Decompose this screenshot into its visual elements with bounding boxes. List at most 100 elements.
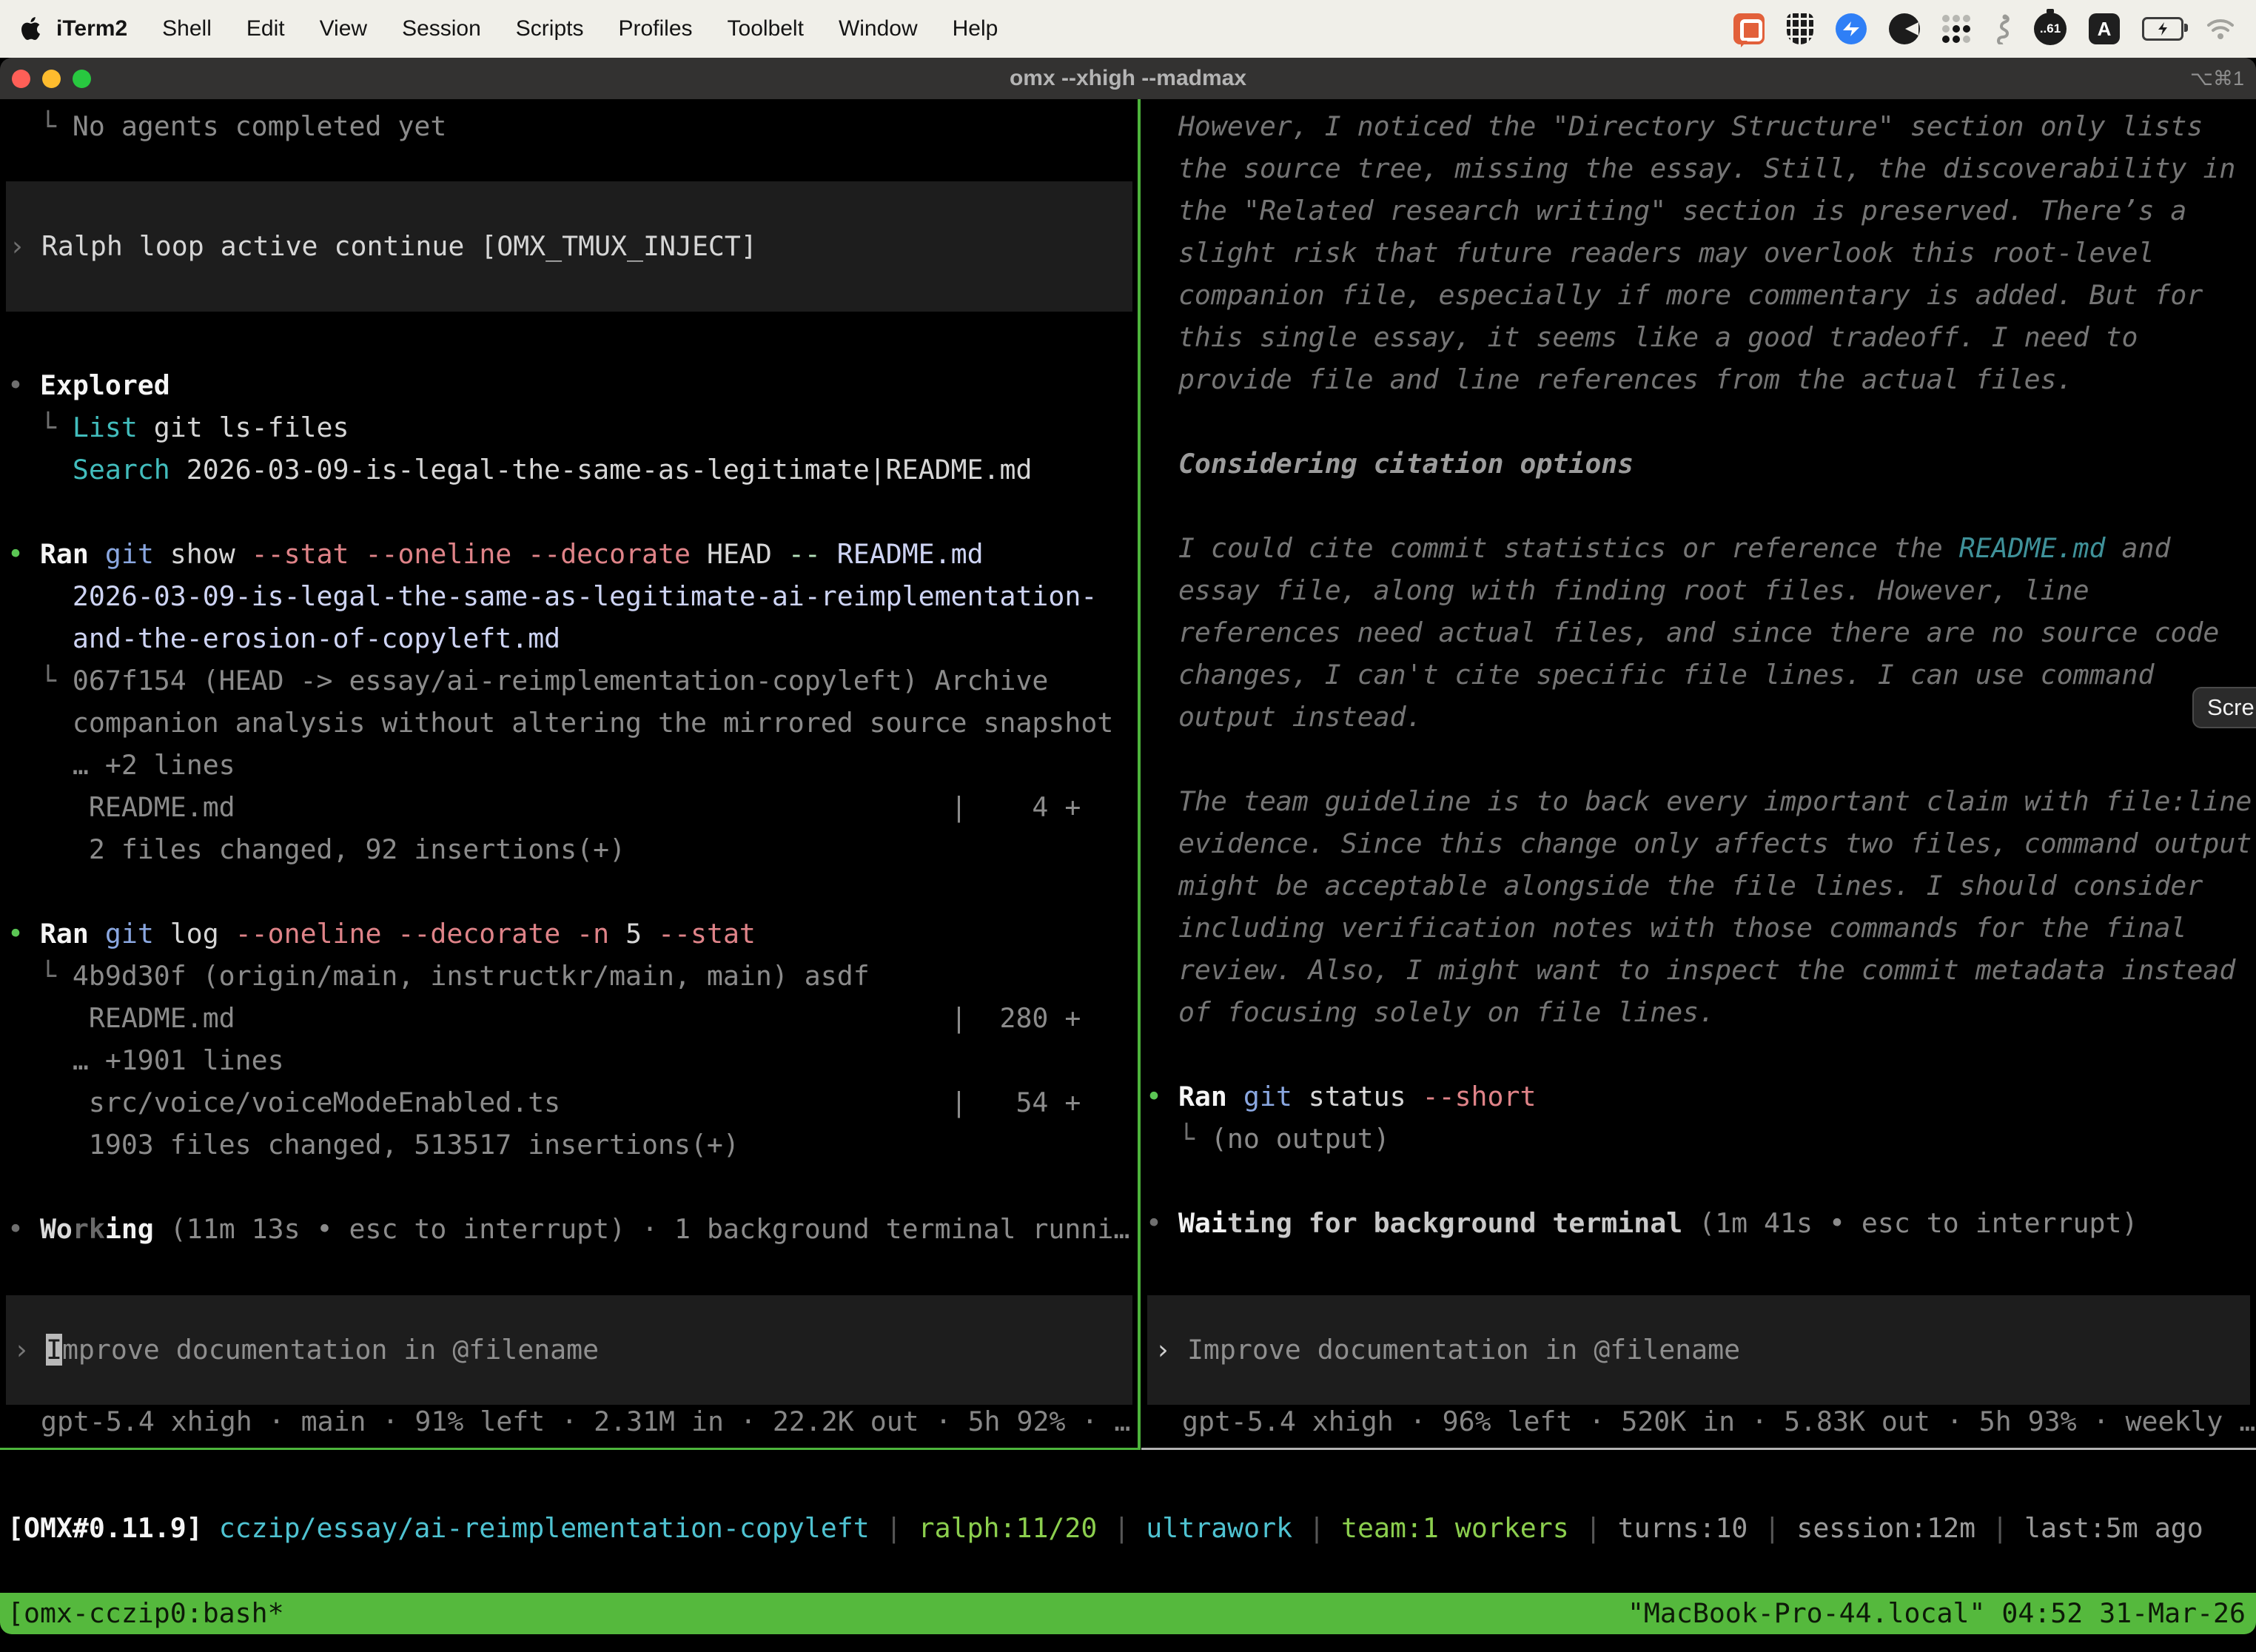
menu-item[interactable]: Profiles [618, 16, 692, 41]
agent-transcript-left: • Explored └ List git ls-files Search 20… [7, 364, 1138, 1250]
terminal-line: references need actual files, and since … [1146, 611, 2256, 654]
window-title-bar: omx --xhigh --madmax ⌥⌘1 [0, 58, 2256, 99]
prompt-input-right[interactable]: › Improve documentation in @filename [1147, 1295, 2250, 1405]
terminal-line: and-the-erosion-of-copyleft.md [7, 617, 1138, 659]
battery-icon[interactable] [2142, 17, 2183, 41]
terminal-line: might be acceptable alongside the file l… [1146, 864, 2256, 907]
wifi-icon[interactable] [2206, 18, 2235, 40]
terminal-line: └ 067f154 (HEAD -> essay/ai-reimplementa… [7, 659, 1138, 702]
terminal-line: [OMX#0.11.9] cczip/essay/ai-reimplementa… [7, 1507, 2203, 1549]
terminal-line: including verification notes with those … [1146, 907, 2256, 949]
terminal-line: this single essay, it seems like a good … [1146, 316, 2256, 358]
pane-divider[interactable] [1138, 99, 1141, 1450]
terminal-line: README.md | 280 + [7, 997, 1138, 1039]
tmux-status-bar: [omx-cczip0:bash* "MacBook-Pro-44.local"… [0, 1593, 2256, 1634]
shield-grid-icon[interactable] [1787, 13, 1813, 44]
agent-tree-top: └ No agents completed yet [7, 105, 1138, 147]
model-status-right: gpt-5.4 xhigh · 96% left · 520K in · 5.8… [1182, 1400, 2255, 1443]
menu-item[interactable]: View [320, 16, 367, 41]
terminal-line: However, I noticed the "Directory Struct… [1146, 105, 2256, 147]
dots-grid-icon[interactable] [1942, 15, 1970, 43]
terminal-line: the source tree, missing the essay. Stil… [1146, 147, 2256, 189]
terminal-line: Considering citation options [1146, 443, 2256, 485]
terminal-line: of focusing solely on file lines. [1146, 991, 2256, 1033]
terminal-content: └ No agents completed yet › Ralph loop a… [0, 99, 2256, 1652]
text-cursor: I [46, 1334, 62, 1366]
terminal-line [1146, 400, 2256, 443]
terminal-line: I could cite commit statistics or refere… [1146, 527, 2256, 569]
terminal-line: 2 files changed, 92 insertions(+) [7, 828, 1138, 870]
menu-item[interactable]: Window [839, 16, 918, 41]
terminal-line [1146, 738, 2256, 780]
terminal-line: Search 2026-03-09-is-legal-the-same-as-l… [7, 449, 1138, 491]
terminal-line: output instead. [1146, 696, 2256, 738]
terminal-line: └ (no output) [1146, 1118, 2256, 1160]
menu-item[interactable]: Session [402, 16, 481, 41]
terminal-line: • Ran git show --stat --oneline --decora… [7, 533, 1138, 575]
tmux-session-window[interactable]: [omx-cczip0:bash* [7, 1593, 284, 1634]
terminal-line: slight risk that future readers may over… [1146, 232, 2256, 274]
macos-menu-bar: iTerm2 Shell Edit View Session Scripts Profile… [0, 0, 2256, 58]
screenshot-chat-icon[interactable] [1733, 13, 1765, 44]
terminal-line: companion file, especially if more comme… [1146, 274, 2256, 316]
terminal-line: companion analysis without altering the … [7, 702, 1138, 744]
menu-bar-status-icons: ..61 A [1733, 13, 2235, 45]
terminal-line: • Ran git status --short [1146, 1075, 2256, 1118]
agent-transcript-right: However, I noticed the "Directory Struct… [1146, 105, 2256, 1244]
terminal-line: … +2 lines [7, 744, 1138, 786]
terminal-line [1146, 1160, 2256, 1202]
model-status-left: gpt-5.4 xhigh · main · 91% left · 2.31M … [41, 1400, 1130, 1443]
terminal-line: 1903 files changed, 513517 insertions(+) [7, 1124, 1138, 1166]
terminal-line: provide file and line references from th… [1146, 358, 2256, 400]
terminal-line: essay file, along with finding root file… [1146, 569, 2256, 611]
terminal-line: src/voice/voiceModeEnabled.ts | 54 + [7, 1081, 1138, 1124]
menu-item[interactable]: Shell [162, 16, 212, 41]
messenger-bolt-icon[interactable] [1836, 13, 1867, 44]
terminal-line: └ No agents completed yet [7, 105, 1138, 147]
terminal-line [1146, 485, 2256, 527]
menu-item[interactable]: Help [953, 16, 998, 41]
tmux-pane-left[interactable]: └ No agents completed yet › Ralph loop a… [0, 99, 1138, 1450]
desktop: iTerm2 Shell Edit View Session Scripts Profile… [0, 0, 2256, 1652]
menu-item[interactable]: iTerm2 [56, 16, 127, 41]
pane-bottom-border-active [0, 1448, 1138, 1450]
menu-item[interactable]: Toolbelt [728, 16, 804, 41]
terminal-line: • Ran git log --oneline --decorate -n 5 … [7, 913, 1138, 955]
screen-share-overlay-button[interactable]: Scre [2192, 687, 2256, 728]
terminal-line [7, 870, 1138, 913]
tmux-pane-right[interactable]: However, I noticed the "Directory Struct… [1141, 99, 2256, 1450]
circular-arrow-icon[interactable] [1889, 13, 1920, 44]
omx-status-line: [OMX#0.11.9] cczip/essay/ai-reimplementa… [7, 1507, 2203, 1549]
ralph-inject-box: › Ralph loop active continue [OMX_TMUX_I… [6, 181, 1132, 312]
menu-item[interactable]: Scripts [516, 16, 584, 41]
terminal-line: • Waiting for background terminal (1m 41… [1146, 1202, 2256, 1244]
terminal-line: … +1901 lines [7, 1039, 1138, 1081]
terminal-line: › Ralph loop active continue [OMX_TMUX_I… [6, 225, 1132, 267]
menu-bar-items: iTerm2 Shell Edit View Session Scripts Profile… [56, 16, 998, 41]
terminal-line [1146, 1033, 2256, 1075]
terminal-line [7, 1166, 1138, 1208]
terminal-line: 2026-03-09-is-legal-the-same-as-legitima… [7, 575, 1138, 617]
seahorse-icon[interactable] [1993, 13, 2012, 44]
terminal-line: The team guideline is to back every impo… [1146, 780, 2256, 822]
prompt-chevron: › [13, 1334, 46, 1366]
menu-item[interactable]: Edit [246, 16, 285, 41]
terminal-line: changes, I can't cite specific file line… [1146, 654, 2256, 696]
tmux-host-clock: "MacBook-Pro-44.local" 04:52 31-Mar-26 [1628, 1593, 2246, 1634]
pane-bottom-border-inactive [1141, 1448, 2256, 1450]
terminal-line: README.md | 4 + [7, 786, 1138, 828]
apple-menu-icon[interactable] [21, 16, 50, 41]
prompt-placeholder: mprove documentation in @filename [62, 1334, 599, 1366]
letter-a-app-icon[interactable]: A [2089, 13, 2120, 44]
terminal-line [7, 491, 1138, 533]
window-title: omx --xhigh --madmax [0, 66, 2256, 91]
terminal-line: evidence. Since this change only affects… [1146, 822, 2256, 864]
terminal-line: └ List git ls-files [7, 406, 1138, 449]
prompt-chevron: › [1155, 1334, 1187, 1366]
terminal-line: • Explored [7, 364, 1138, 406]
prompt-input-left[interactable]: › Improve documentation in @filename [6, 1295, 1132, 1405]
window-shortcut-badge: ⌥⌘1 [2190, 67, 2244, 90]
terminal-line: • Working (11m 13s • esc to interrupt) ·… [7, 1208, 1138, 1250]
terminal-line: review. Also, I might want to inspect th… [1146, 949, 2256, 991]
timer-badge[interactable]: ..61 [2034, 13, 2067, 45]
